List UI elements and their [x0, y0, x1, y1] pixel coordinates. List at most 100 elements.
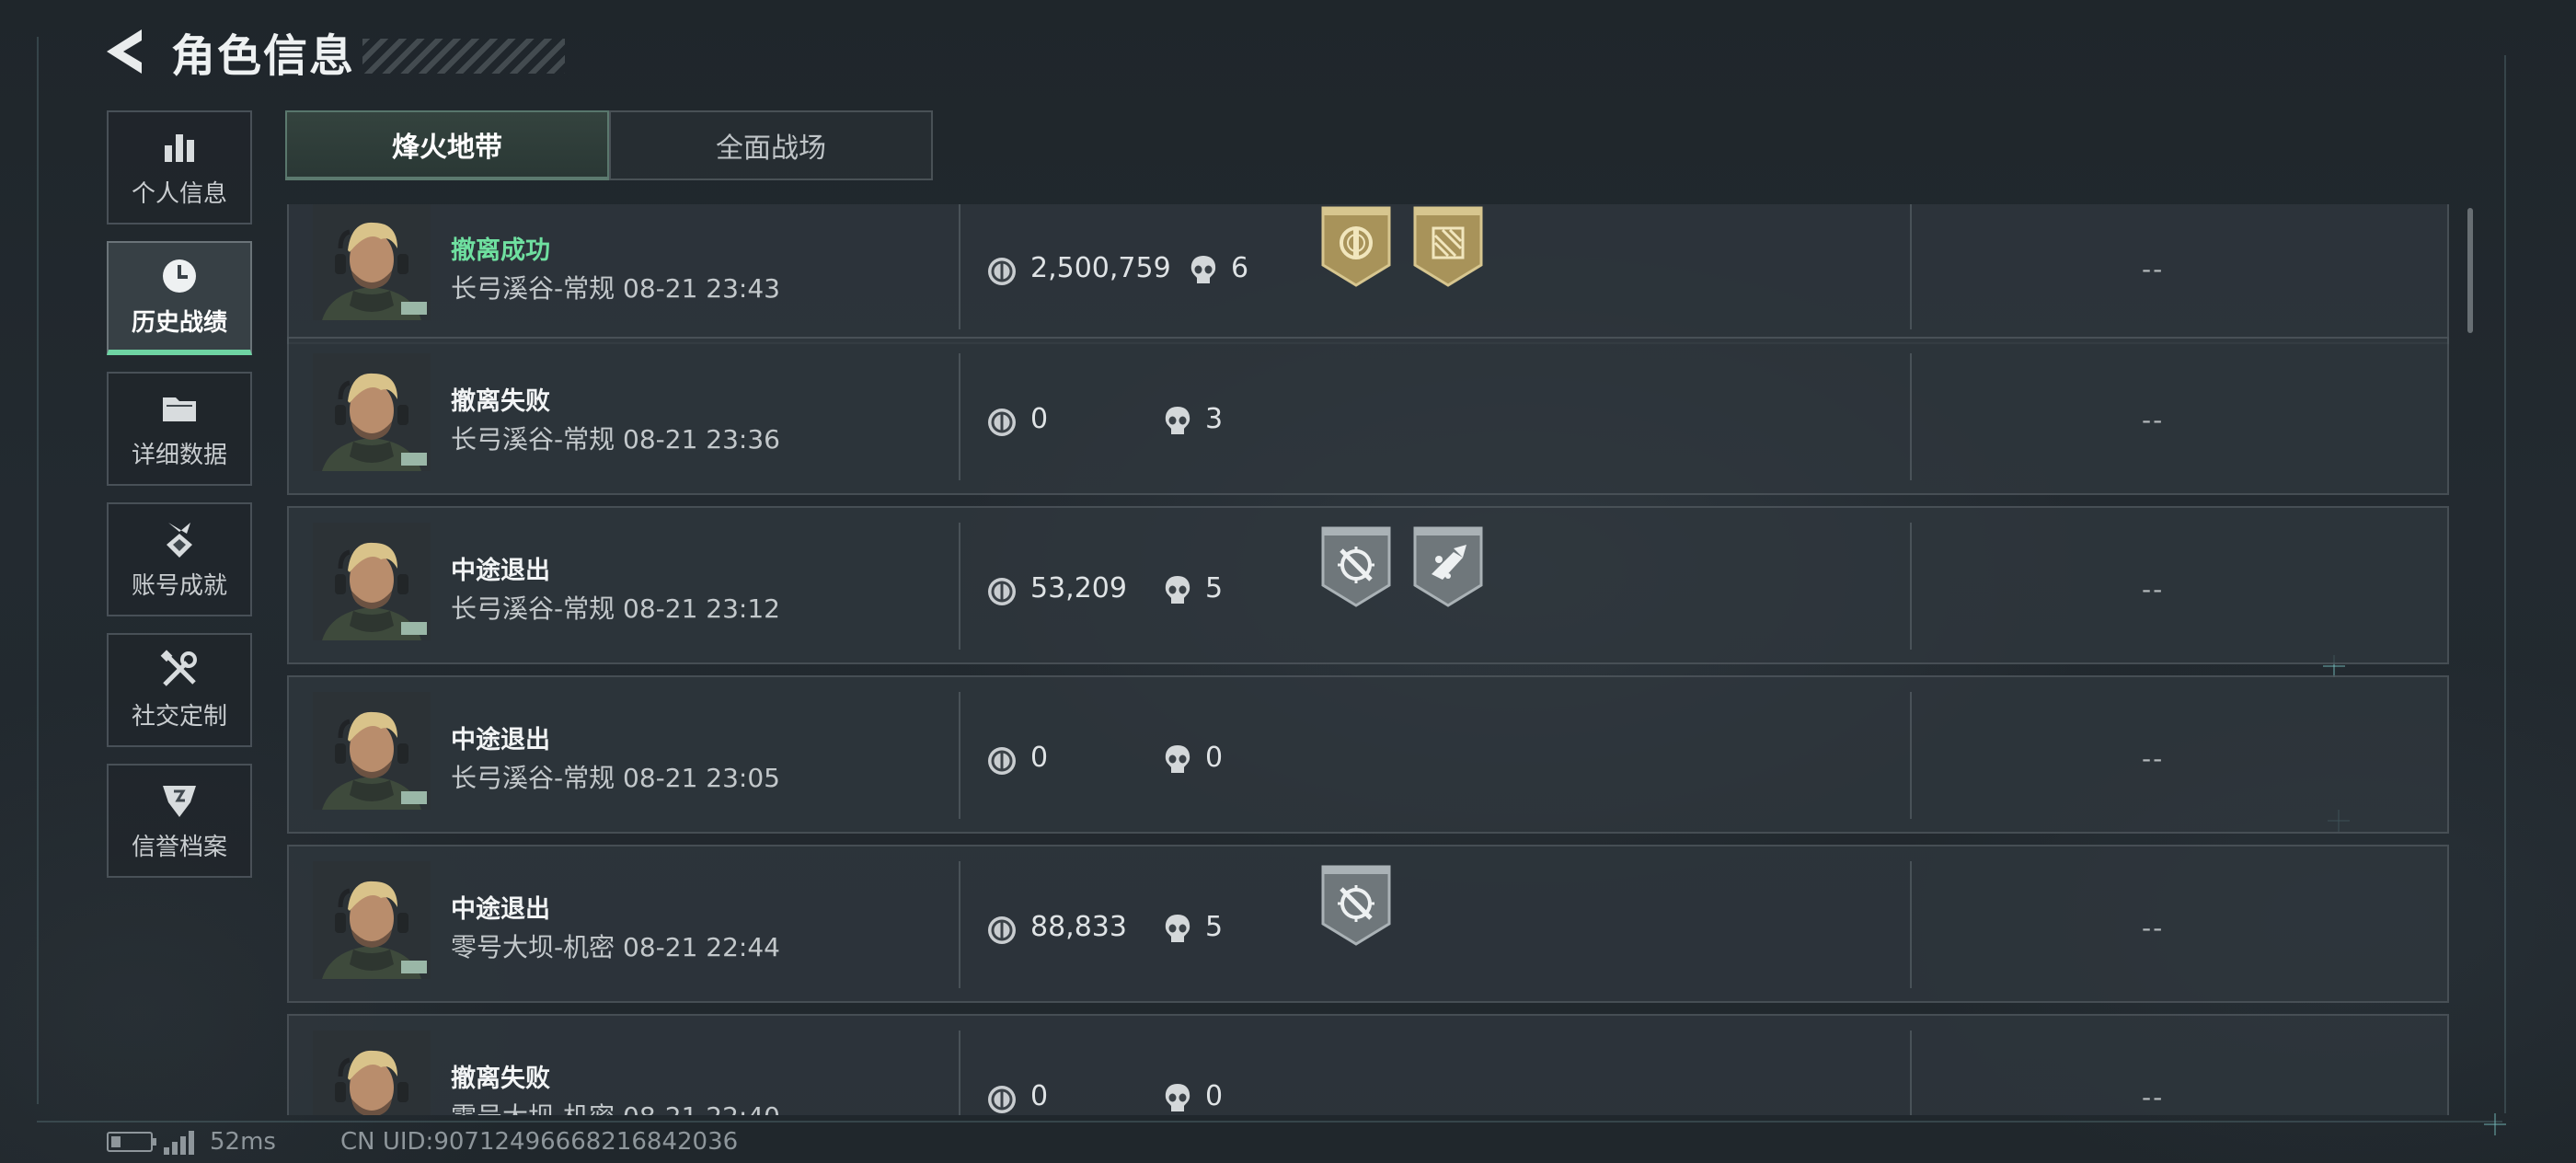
coin-icon	[986, 915, 1018, 946]
page-title: 角色信息	[171, 30, 356, 82]
status-footer: 52ms CN UID:9071249666821684​2036	[107, 1128, 738, 1156]
bar-chart-icon	[159, 127, 200, 167]
kill-count: 0	[1205, 742, 1224, 774]
column-divider	[959, 692, 960, 819]
frame-line	[37, 1121, 2502, 1123]
frame-line	[2504, 55, 2506, 1113]
sidebar-item-social-custom[interactable]: 社交定制	[107, 633, 252, 747]
sidebar-item-detailed-data[interactable]: 详细数据	[107, 372, 252, 486]
operator-avatar	[313, 692, 431, 810]
extra-info: --	[2142, 743, 2165, 774]
sidebar-item-personal-info[interactable]: 个人信息	[107, 110, 252, 225]
column-divider	[1910, 861, 1912, 988]
folder-icon	[159, 388, 200, 429]
title-stripes-decoration	[362, 39, 566, 74]
gold-crate-badge-icon[interactable]	[1411, 204, 1485, 289]
kill-count: 5	[1205, 572, 1224, 605]
map-and-time: 长弓溪谷-常规 08-21 23:05	[451, 758, 780, 795]
loot-value: 2,500,759	[1030, 252, 1171, 284]
sidebar-item-label: 个人信息	[131, 179, 227, 208]
tab-warfire-zone[interactable]: 烽火地带	[285, 110, 609, 180]
column-divider	[1910, 692, 1912, 819]
map-and-time: 长弓溪谷-常规 08-21 23:43	[451, 269, 780, 305]
column-divider	[1910, 204, 1912, 329]
extraction-status: 撤离失败	[451, 387, 550, 416]
coin-icon	[986, 407, 1018, 438]
match-record-row[interactable]: 撤离失败长弓溪谷-常规 08-21 23:36 0 3 --	[287, 337, 2449, 495]
medal-icon	[159, 519, 200, 559]
loot-value: 53,209	[1030, 572, 1127, 605]
loot-value: 0	[1030, 1080, 1049, 1112]
frame-line	[37, 37, 39, 1104]
column-divider	[959, 353, 960, 480]
map-name: 长弓溪谷-常规	[451, 593, 615, 624]
extra-info: --	[2142, 913, 2165, 943]
match-time: 08-21 23:36	[623, 424, 780, 455]
extra-info: --	[2142, 574, 2165, 605]
clock-icon	[159, 256, 200, 296]
extraction-status: 中途退出	[451, 895, 550, 924]
match-record-row[interactable]: 中途退出长弓溪谷-常规 08-21 23:12 53,209 5 --	[287, 506, 2449, 664]
extraction-status: 中途退出	[451, 557, 550, 585]
coin-icon	[986, 1084, 1018, 1115]
operator-avatar	[313, 1031, 431, 1115]
uid-text: CN UID:9071249666821684​2036	[339, 1128, 739, 1156]
loot-value: 0	[1030, 742, 1049, 774]
match-time: 08-21 22:40	[623, 1101, 780, 1115]
map-name: 长弓溪谷-常规	[451, 424, 615, 455]
signal-icon	[164, 1129, 197, 1155]
kill-count: 0	[1205, 1080, 1224, 1112]
skull-icon	[1163, 1082, 1192, 1113]
match-record-row[interactable]: 撤离失败零号大坝-机密 08-21 22:40 0 0 --	[287, 1014, 2449, 1115]
loot-value: 0	[1030, 403, 1049, 435]
match-record-row[interactable]: 中途退出 零号大坝-机密 08-21 22:44 88,833 5 --	[287, 845, 2449, 1003]
map-and-time: 零号大坝-机密 08-21 22:44	[451, 927, 780, 964]
map-name: 长弓溪谷-常规	[451, 763, 615, 793]
silver-crosshair-badge-icon[interactable]	[1319, 863, 1393, 948]
match-record-row[interactable]: 撤离成功 长弓溪谷-常规 08-21 23:43 2,500,759 6 --	[287, 204, 2449, 344]
sidebar-item-label: 详细数据	[131, 441, 227, 469]
tab-full-battlefield[interactable]: 全面战场	[609, 110, 933, 180]
sidebar-item-label: 历史战绩	[131, 308, 227, 337]
scrollbar[interactable]	[2467, 208, 2473, 333]
extra-info: --	[2142, 405, 2165, 435]
column-divider	[959, 861, 960, 988]
map-name: 长弓溪谷-常规	[451, 273, 615, 304]
operator-avatar	[313, 204, 431, 320]
gold-coin-badge-icon[interactable]	[1319, 204, 1393, 289]
coin-icon	[986, 745, 1018, 777]
match-time: 08-21 23:05	[623, 763, 780, 793]
match-history-list[interactable]: 撤离成功 长弓溪谷-常规 08-21 23:43 2,500,759 6 -- 撤离失败长…	[287, 204, 2451, 1115]
extra-info: --	[2142, 1082, 2165, 1112]
silver-crosshair-badge-icon[interactable]	[1319, 524, 1393, 609]
column-divider	[959, 1031, 960, 1115]
match-time: 08-21 23:12	[623, 593, 780, 624]
sidebar: 个人信息 历史战绩 详细数据 账号成就 社交定制 信誉档案	[107, 110, 254, 894]
page-header: 角色信息	[101, 18, 566, 85]
sidebar-item-label: 账号成就	[131, 571, 227, 600]
coin-icon	[986, 256, 1018, 287]
sidebar-item-match-history[interactable]: 历史战绩	[107, 241, 252, 355]
operator-avatar	[313, 523, 431, 640]
tools-icon	[159, 649, 200, 690]
column-divider	[1910, 523, 1912, 650]
sidebar-item-reputation[interactable]: 信誉档案	[107, 764, 252, 878]
match-record-row[interactable]: 中途退出长弓溪谷-常规 08-21 23:05 0 0 --	[287, 675, 2449, 834]
back-arrow-icon[interactable]	[101, 24, 153, 79]
extra-info: --	[2142, 254, 2165, 284]
extraction-status: 中途退出	[451, 726, 550, 754]
skull-icon	[1163, 574, 1192, 605]
map-and-time: 长弓溪谷-常规 08-21 23:12	[451, 589, 780, 626]
column-divider	[959, 204, 960, 329]
silver-rocket-badge-icon[interactable]	[1411, 524, 1485, 609]
loot-value: 88,833	[1030, 911, 1127, 943]
column-divider	[959, 523, 960, 650]
operator-avatar	[313, 353, 431, 471]
map-and-time: 零号大坝-机密 08-21 22:40	[451, 1097, 780, 1115]
kill-count: 3	[1205, 403, 1224, 435]
sidebar-item-achievements[interactable]: 账号成就	[107, 502, 252, 616]
column-divider	[1910, 1031, 1912, 1115]
extraction-status: 撤离失败	[451, 1065, 550, 1093]
mode-tabs: 烽火地带 全面战场	[285, 110, 933, 180]
extraction-status: 撤离成功	[451, 236, 550, 265]
